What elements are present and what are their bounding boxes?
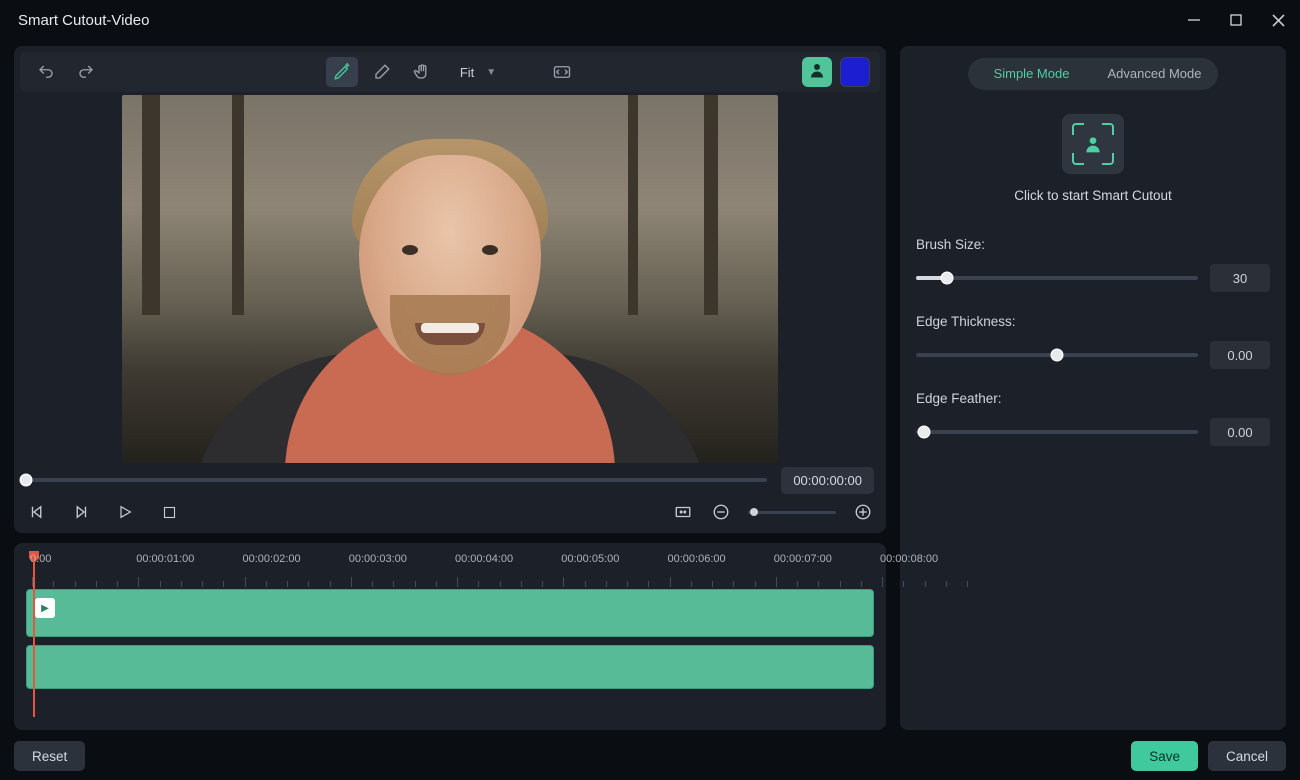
playback-scrubber[interactable] [26,478,767,482]
eraser-tool[interactable] [366,57,398,87]
chevron-down-icon: ▼ [486,67,496,78]
edge-thickness-slider[interactable] [916,353,1198,357]
param-edge-thickness: Edge Thickness: 0.00 [916,314,1270,369]
edge-thickness-label: Edge Thickness: [916,314,1016,329]
brush-size-label: Brush Size: [916,237,985,252]
timeline-panel: 0:0000:00:01:0000:00:02:0000:00:03:0000:… [14,543,886,730]
preview-toolbar: Fit ▼ [20,52,880,92]
edge-thickness-value[interactable]: 0.00 [1210,341,1270,369]
cutout-side-panel: Simple Mode Advanced Mode Click to start… [900,46,1286,730]
timecode-display: 00:00:00:00 [781,467,874,494]
mode-tabs: Simple Mode Advanced Mode [968,58,1218,90]
brush-size-value[interactable]: 30 [1210,264,1270,292]
ruler-label: 00:00:05:00 [561,553,619,565]
next-frame-button[interactable] [70,501,92,523]
play-icon: ▶ [35,598,55,618]
start-cutout-hint: Click to start Smart Cutout [1014,188,1172,203]
start-smart-cutout-button[interactable] [1062,114,1124,174]
ruler-label: 00:00:04:00 [455,553,513,565]
fit-width-button[interactable] [672,501,694,523]
undo-button[interactable] [30,57,62,87]
ruler-label: 00:00:02:00 [243,553,301,565]
stop-button[interactable] [158,501,180,523]
save-button[interactable]: Save [1131,741,1198,771]
ruler-label: 00:00:01:00 [136,553,194,565]
footer: Reset Save Cancel [0,740,1300,780]
edge-feather-slider[interactable] [916,430,1198,434]
edge-feather-label: Edge Feather: [916,391,1002,406]
person-cutout-icon [1083,134,1103,154]
video-preview[interactable] [14,92,886,465]
window-title: Smart Cutout-Video [18,12,1186,29]
zoom-in-button[interactable] [852,501,874,523]
zoom-select[interactable]: Fit ▼ [446,58,506,86]
foreground-preview-button[interactable] [802,57,832,87]
titlebar: Smart Cutout-Video [0,0,1300,40]
edge-feather-value[interactable]: 0.00 [1210,418,1270,446]
prev-frame-button[interactable] [26,501,48,523]
cancel-button[interactable]: Cancel [1208,741,1286,771]
compare-toggle[interactable] [546,57,578,87]
background-color-swatch[interactable] [840,57,870,87]
preview-panel: Fit ▼ [14,46,886,533]
person-icon [808,61,826,84]
play-button[interactable] [114,501,136,523]
timeline-ruler[interactable]: 0:0000:00:01:0000:00:02:0000:00:03:0000:… [26,553,874,587]
ruler-label: 00:00:08:00 [880,553,938,565]
brush-size-slider[interactable] [916,276,1198,280]
ruler-label: 00:00:07:00 [774,553,832,565]
ruler-label: 00:00:06:00 [668,553,726,565]
maximize-button[interactable] [1228,12,1244,28]
minimize-button[interactable] [1186,12,1202,28]
zoom-select-label: Fit [460,65,474,80]
audio-track[interactable] [26,645,874,689]
timeline-zoom-slider[interactable] [748,511,836,514]
video-track[interactable]: ▶ [26,589,874,637]
ruler-label: 00:00:03:00 [349,553,407,565]
zoom-out-button[interactable] [710,501,732,523]
param-brush-size: Brush Size: 30 [916,237,1270,292]
hand-tool[interactable] [406,57,438,87]
tab-simple-mode[interactable]: Simple Mode [970,60,1093,88]
tab-advanced-mode[interactable]: Advanced Mode [1093,60,1216,88]
brush-add-tool[interactable] [326,57,358,87]
close-button[interactable] [1270,12,1286,28]
param-edge-feather: Edge Feather: 0.00 [916,391,1270,446]
reset-button[interactable]: Reset [14,741,85,771]
redo-button[interactable] [70,57,102,87]
